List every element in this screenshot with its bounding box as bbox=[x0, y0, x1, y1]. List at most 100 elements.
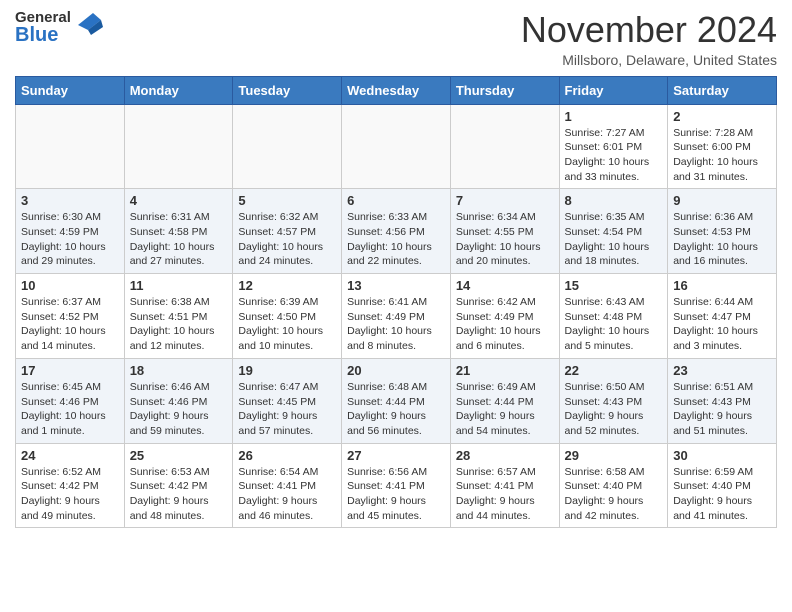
day-info: Sunrise: 6:50 AM Sunset: 4:43 PM Dayligh… bbox=[565, 380, 663, 439]
table-row: 5 Sunrise: 6:32 AM Sunset: 4:57 PM Daylig… bbox=[233, 189, 342, 274]
day-info: Sunrise: 6:52 AM Sunset: 4:42 PM Dayligh… bbox=[21, 465, 119, 524]
table-row: 16Sunrise: 6:44 AM Sunset: 4:47 PM Dayli… bbox=[668, 274, 777, 359]
day-info: Sunrise: 6:38 AM Sunset: 4:51 PM Dayligh… bbox=[130, 295, 228, 354]
day-info: Sunrise: 6:32 AM Sunset: 4:57 PM Dayligh… bbox=[238, 210, 336, 269]
header: General Blue November 2024 Millsboro, De… bbox=[15, 10, 777, 68]
day-info: Sunrise: 6:34 AM Sunset: 4:55 PM Dayligh… bbox=[456, 210, 554, 269]
day-info: Sunrise: 6:48 AM Sunset: 4:44 PM Dayligh… bbox=[347, 380, 445, 439]
table-row: 30 Sunrise: 6:59 AM Sunset: 4:40 PM Dayli… bbox=[668, 443, 777, 528]
day-number: 25 bbox=[130, 448, 228, 463]
day-number: 27 bbox=[347, 448, 445, 463]
day-number: 14 bbox=[456, 278, 554, 293]
day-number: 18 bbox=[130, 363, 228, 378]
table-row: 20Sunrise: 6:48 AM Sunset: 4:44 PM Dayli… bbox=[342, 358, 451, 443]
table-row: 7 Sunrise: 6:34 AM Sunset: 4:55 PM Daylig… bbox=[450, 189, 559, 274]
table-row: 9 Sunrise: 6:36 AM Sunset: 4:53 PM Daylig… bbox=[668, 189, 777, 274]
col-friday: Friday bbox=[559, 76, 668, 104]
day-number: 9 bbox=[673, 193, 771, 208]
day-number: 28 bbox=[456, 448, 554, 463]
day-info: Sunrise: 6:57 AM Sunset: 4:41 PM Dayligh… bbox=[456, 465, 554, 524]
table-row bbox=[450, 104, 559, 189]
day-info: Sunrise: 6:47 AM Sunset: 4:45 PM Dayligh… bbox=[238, 380, 336, 439]
day-number: 11 bbox=[130, 278, 228, 293]
col-saturday: Saturday bbox=[668, 76, 777, 104]
day-number: 10 bbox=[21, 278, 119, 293]
table-row: 17 Sunrise: 6:45 AM Sunset: 4:46 PM Dayli… bbox=[16, 358, 125, 443]
table-row: 15 Sunrise: 6:43 AM Sunset: 4:48 PM Dayli… bbox=[559, 274, 668, 359]
title-block: November 2024 Millsboro, Delaware, Unite… bbox=[521, 10, 777, 68]
table-row: 18 Sunrise: 6:46 AM Sunset: 4:46 PM Dayli… bbox=[124, 358, 233, 443]
page: General Blue November 2024 Millsboro, De… bbox=[0, 0, 792, 543]
month-title: November 2024 bbox=[521, 10, 777, 50]
day-info: Sunrise: 7:28 AM Sunset: 6:00 PM Dayligh… bbox=[673, 126, 771, 185]
logo-blue-text: Blue bbox=[15, 25, 71, 45]
day-info: Sunrise: 6:43 AM Sunset: 4:48 PM Dayligh… bbox=[565, 295, 663, 354]
day-number: 4 bbox=[130, 193, 228, 208]
table-row: 28 Sunrise: 6:57 AM Sunset: 4:41 PM Dayli… bbox=[450, 443, 559, 528]
table-row: 26 Sunrise: 6:54 AM Sunset: 4:41 PM Dayli… bbox=[233, 443, 342, 528]
calendar-header-row: Sunday Monday Tuesday Wednesday Thursday… bbox=[16, 76, 777, 104]
day-number: 12 bbox=[238, 278, 336, 293]
col-thursday: Thursday bbox=[450, 76, 559, 104]
table-row: 27Sunrise: 6:56 AM Sunset: 4:41 PM Dayli… bbox=[342, 443, 451, 528]
col-tuesday: Tuesday bbox=[233, 76, 342, 104]
day-info: Sunrise: 6:42 AM Sunset: 4:49 PM Dayligh… bbox=[456, 295, 554, 354]
table-row: 25 Sunrise: 6:53 AM Sunset: 4:42 PM Dayli… bbox=[124, 443, 233, 528]
day-info: Sunrise: 6:36 AM Sunset: 4:53 PM Dayligh… bbox=[673, 210, 771, 269]
day-info: Sunrise: 6:59 AM Sunset: 4:40 PM Dayligh… bbox=[673, 465, 771, 524]
day-info: Sunrise: 6:46 AM Sunset: 4:46 PM Dayligh… bbox=[130, 380, 228, 439]
day-number: 16 bbox=[673, 278, 771, 293]
day-number: 29 bbox=[565, 448, 663, 463]
table-row: 13Sunrise: 6:41 AM Sunset: 4:49 PM Dayli… bbox=[342, 274, 451, 359]
col-sunday: Sunday bbox=[16, 76, 125, 104]
day-info: Sunrise: 7:27 AM Sunset: 6:01 PM Dayligh… bbox=[565, 126, 663, 185]
table-row: 12 Sunrise: 6:39 AM Sunset: 4:50 PM Dayli… bbox=[233, 274, 342, 359]
table-row bbox=[16, 104, 125, 189]
table-row: 8Sunrise: 6:35 AM Sunset: 4:54 PM Daylig… bbox=[559, 189, 668, 274]
day-number: 13 bbox=[347, 278, 445, 293]
col-wednesday: Wednesday bbox=[342, 76, 451, 104]
col-monday: Monday bbox=[124, 76, 233, 104]
table-row: 11 Sunrise: 6:38 AM Sunset: 4:51 PM Dayli… bbox=[124, 274, 233, 359]
table-row: 21Sunrise: 6:49 AM Sunset: 4:44 PM Dayli… bbox=[450, 358, 559, 443]
day-info: Sunrise: 6:53 AM Sunset: 4:42 PM Dayligh… bbox=[130, 465, 228, 524]
day-number: 3 bbox=[21, 193, 119, 208]
day-number: 7 bbox=[456, 193, 554, 208]
day-info: Sunrise: 6:54 AM Sunset: 4:41 PM Dayligh… bbox=[238, 465, 336, 524]
day-number: 30 bbox=[673, 448, 771, 463]
table-row: 23Sunrise: 6:51 AM Sunset: 4:43 PM Dayli… bbox=[668, 358, 777, 443]
logo-general-text: General bbox=[15, 10, 71, 25]
table-row bbox=[124, 104, 233, 189]
day-number: 21 bbox=[456, 363, 554, 378]
table-row: 10 Sunrise: 6:37 AM Sunset: 4:52 PM Dayli… bbox=[16, 274, 125, 359]
day-number: 24 bbox=[21, 448, 119, 463]
day-number: 22 bbox=[565, 363, 663, 378]
table-row: 1 Sunrise: 7:27 AM Sunset: 6:01 PM Daylig… bbox=[559, 104, 668, 189]
table-row: 24 Sunrise: 6:52 AM Sunset: 4:42 PM Dayli… bbox=[16, 443, 125, 528]
day-number: 5 bbox=[238, 193, 336, 208]
day-number: 15 bbox=[565, 278, 663, 293]
day-number: 17 bbox=[21, 363, 119, 378]
day-info: Sunrise: 6:39 AM Sunset: 4:50 PM Dayligh… bbox=[238, 295, 336, 354]
logo: General Blue bbox=[15, 10, 103, 45]
table-row: 22 Sunrise: 6:50 AM Sunset: 4:43 PM Dayli… bbox=[559, 358, 668, 443]
calendar-week-row: 10 Sunrise: 6:37 AM Sunset: 4:52 PM Dayli… bbox=[16, 274, 777, 359]
table-row: 29 Sunrise: 6:58 AM Sunset: 4:40 PM Dayli… bbox=[559, 443, 668, 528]
table-row: 14 Sunrise: 6:42 AM Sunset: 4:49 PM Dayli… bbox=[450, 274, 559, 359]
day-info: Sunrise: 6:30 AM Sunset: 4:59 PM Dayligh… bbox=[21, 210, 119, 269]
day-info: Sunrise: 6:51 AM Sunset: 4:43 PM Dayligh… bbox=[673, 380, 771, 439]
day-number: 26 bbox=[238, 448, 336, 463]
calendar-table: Sunday Monday Tuesday Wednesday Thursday… bbox=[15, 76, 777, 529]
day-info: Sunrise: 6:58 AM Sunset: 4:40 PM Dayligh… bbox=[565, 465, 663, 524]
day-number: 2 bbox=[673, 109, 771, 124]
day-info: Sunrise: 6:45 AM Sunset: 4:46 PM Dayligh… bbox=[21, 380, 119, 439]
day-info: Sunrise: 6:33 AM Sunset: 4:56 PM Dayligh… bbox=[347, 210, 445, 269]
day-number: 19 bbox=[238, 363, 336, 378]
table-row: 4Sunrise: 6:31 AM Sunset: 4:58 PM Daylig… bbox=[124, 189, 233, 274]
day-info: Sunrise: 6:37 AM Sunset: 4:52 PM Dayligh… bbox=[21, 295, 119, 354]
table-row: 3 Sunrise: 6:30 AM Sunset: 4:59 PM Daylig… bbox=[16, 189, 125, 274]
table-row: 19 Sunrise: 6:47 AM Sunset: 4:45 PM Dayli… bbox=[233, 358, 342, 443]
calendar-week-row: 3 Sunrise: 6:30 AM Sunset: 4:59 PM Daylig… bbox=[16, 189, 777, 274]
logo-bird-icon bbox=[73, 5, 103, 45]
day-number: 1 bbox=[565, 109, 663, 124]
